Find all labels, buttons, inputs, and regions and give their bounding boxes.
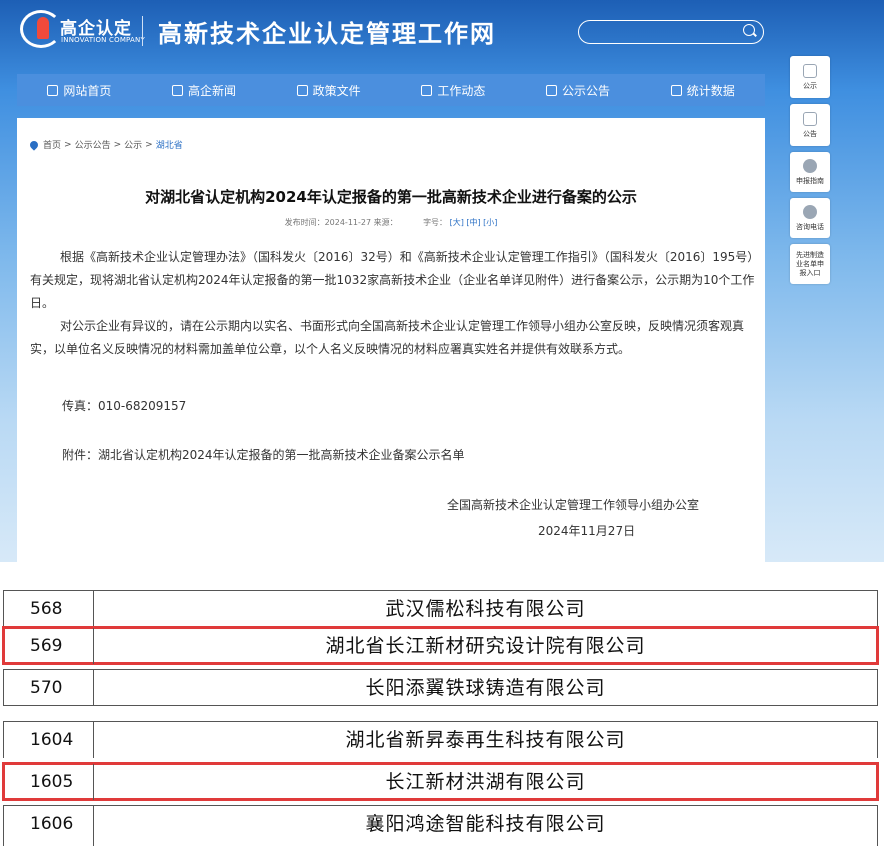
row-number: 569 xyxy=(4,628,94,664)
company-name: 湖北省新昇泰再生科技有限公司 xyxy=(345,729,626,751)
breadcrumb-home[interactable]: 首页 xyxy=(43,138,61,151)
breadcrumb: 首页 > 公示公告 > 公示 > 湖北省 xyxy=(28,138,183,151)
signature-date: 2024年11月27日 xyxy=(538,524,636,538)
compass-icon xyxy=(803,158,817,173)
nav-statistics[interactable]: 统计数据 xyxy=(640,74,765,106)
side-manufacturing-entry-button[interactable]: 先进制造业名单申报入口 xyxy=(790,244,830,284)
side-guide-button[interactable]: 申报指南 xyxy=(790,152,830,192)
clipboard-icon xyxy=(803,111,817,126)
header-divider xyxy=(142,16,143,46)
paragraph: 对公示企业有异议的，请在公示期内以实名、书面形式向全国高新技术企业认定管理工作领… xyxy=(30,319,745,356)
side-phone-button[interactable]: 咨询电话 xyxy=(790,198,830,238)
font-size-label: 字号： xyxy=(423,218,448,227)
website-screenshot: 高企认定 INNOVATION COMPANY 高新技术企业认定管理工作网 网站… xyxy=(0,0,884,562)
paragraph: 根据《高新技术企业认定管理办法》（国科发火〔2016〕32号）和《高新技术企业认… xyxy=(30,250,755,310)
nav-notices[interactable]: 公示公告 xyxy=(516,74,641,106)
nav-news[interactable]: 高企新闻 xyxy=(142,74,267,106)
article-body: 根据《高新技术企业认定管理办法》（国科发火〔2016〕32号）和《高新技术企业认… xyxy=(30,246,758,361)
side-notice-button[interactable]: 公告 xyxy=(790,104,830,146)
chart-icon xyxy=(670,84,682,96)
table-row: 1604 湖北省新昇泰再生科技有限公司 xyxy=(3,721,878,758)
main-nav: 网站首页 高企新闻 政策文件 工作动态 公示公告 统计数据 xyxy=(17,74,765,106)
row-number: 568 xyxy=(4,591,94,627)
row-number: 1606 xyxy=(4,806,94,846)
nav-home[interactable]: 网站首页 xyxy=(17,74,142,106)
location-pin-icon xyxy=(28,138,40,151)
document-icon xyxy=(296,84,308,96)
logo-subtext: INNOVATION COMPANY xyxy=(61,36,145,44)
table-row: 568 武汉儒松科技有限公司 xyxy=(3,590,878,627)
row-number: 1605 xyxy=(4,764,94,800)
breadcrumb-current[interactable]: 湖北省 xyxy=(156,138,183,151)
table-row: 570 长阳添翼铁球铸造有限公司 xyxy=(3,669,878,706)
company-name: 长江新材洪湖有限公司 xyxy=(385,771,586,793)
board-icon xyxy=(803,63,817,78)
nav-policy[interactable]: 政策文件 xyxy=(266,74,391,106)
search-icon[interactable] xyxy=(743,24,755,36)
company-name: 襄阳鸿途智能科技有限公司 xyxy=(365,813,606,835)
site-header: 高企认定 INNOVATION COMPANY 高新技术企业认定管理工作网 xyxy=(0,0,884,62)
home-icon xyxy=(47,84,59,96)
phone-icon xyxy=(803,204,817,219)
notice-icon xyxy=(546,84,558,96)
company-name: 武汉儒松科技有限公司 xyxy=(385,598,586,620)
company-name: 湖北省长江新材研究设计院有限公司 xyxy=(325,635,646,657)
news-icon xyxy=(172,84,183,96)
row-number: 570 xyxy=(4,670,94,705)
company-name: 长阳添翼铁球铸造有限公司 xyxy=(365,677,606,699)
logo-icon[interactable] xyxy=(20,10,62,48)
signature-org: 全国高新技术企业认定管理工作领导小组办公室 xyxy=(447,498,700,512)
fax-line: 传真：010-68209157 xyxy=(62,399,187,413)
search-input[interactable] xyxy=(578,20,764,44)
font-size-options[interactable]: [大] [中] [小] xyxy=(450,218,498,227)
site-title: 高新技术企业认定管理工作网 xyxy=(158,20,496,48)
table-row: 1606 襄阳鸿途智能科技有限公司 xyxy=(3,805,878,846)
breadcrumb-separator: > xyxy=(113,139,122,150)
article-title: 对湖北省认定机构2024年认定报备的第一批高新技术企业进行备案的公示 xyxy=(145,188,637,206)
breadcrumb-publicity[interactable]: 公示 xyxy=(124,138,142,151)
breadcrumb-separator: > xyxy=(64,139,72,150)
attachment-link[interactable]: 附件：湖北省认定机构2024年认定报备的第一批高新技术企业备案公示名单 xyxy=(62,446,465,463)
publish-date: 发布时间：2024-11-27 来源： xyxy=(284,218,398,227)
send-icon xyxy=(421,84,433,96)
article-panel: 首页 > 公示公告 > 公示 > 湖北省 对湖北省认定机构2024年认定报备的第… xyxy=(17,118,765,562)
nav-work-updates[interactable]: 工作动态 xyxy=(391,74,516,106)
article-meta: 发布时间：2024-11-27 来源： 字号： [大] [中] [小] xyxy=(17,217,765,228)
side-toolbar: 公示 公告 申报指南 咨询电话 先进制造业名单申报入口 xyxy=(790,56,832,290)
row-number: 1604 xyxy=(4,722,94,758)
breadcrumb-notices[interactable]: 公示公告 xyxy=(75,138,111,151)
breadcrumb-separator: > xyxy=(145,139,153,150)
table-row-highlighted: 569 湖北省长江新材研究设计院有限公司 xyxy=(2,626,879,665)
table-row-highlighted: 1605 长江新材洪湖有限公司 xyxy=(2,762,879,801)
side-publicity-button[interactable]: 公示 xyxy=(790,56,830,98)
